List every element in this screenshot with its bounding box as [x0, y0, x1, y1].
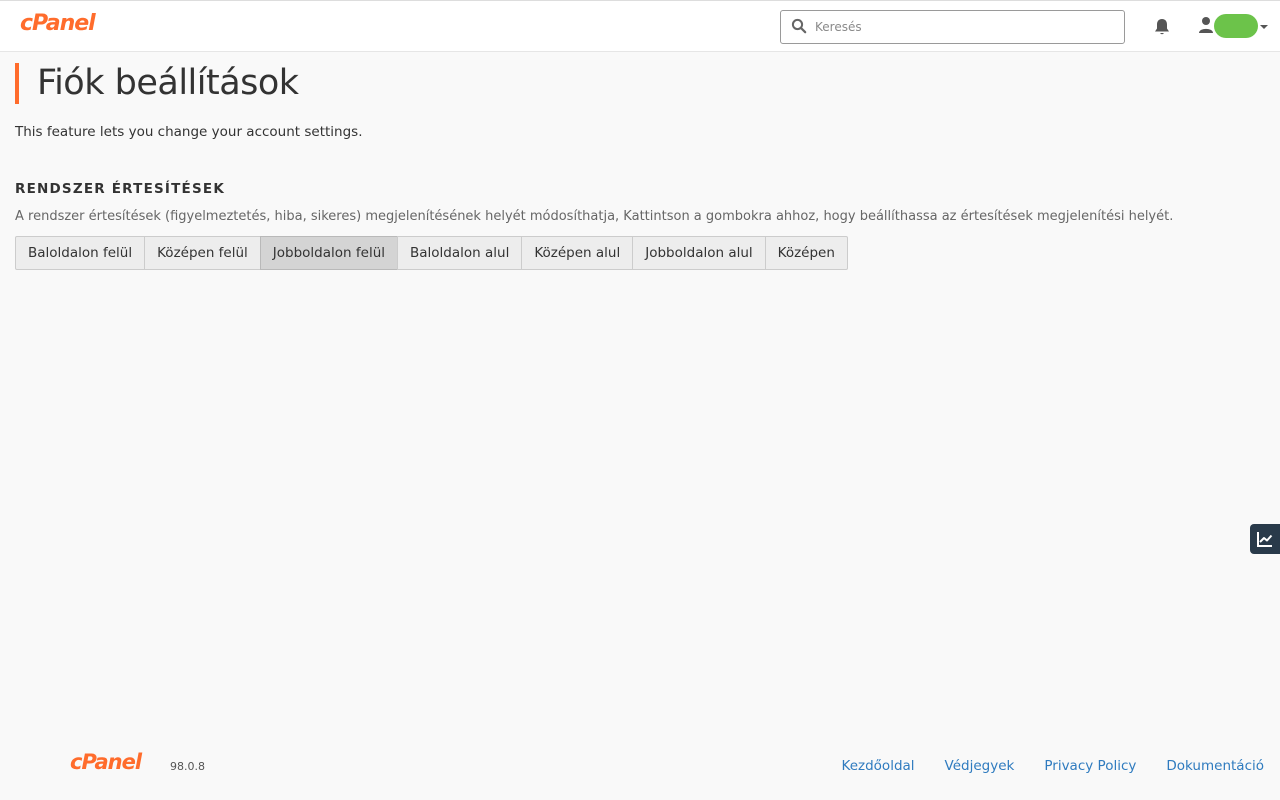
- footer-links: Kezdőoldal Védjegyek Privacy Policy Doku…: [842, 758, 1264, 774]
- position-button-top-left[interactable]: Baloldalon felül: [15, 236, 146, 270]
- position-button-bottom-center[interactable]: Középen alul: [521, 236, 634, 270]
- position-button-bottom-right[interactable]: Jobboldalon alul: [632, 236, 766, 270]
- position-button-bottom-left[interactable]: Baloldalon alul: [397, 236, 523, 270]
- chart-line-icon: [1257, 532, 1273, 547]
- search-icon: [791, 18, 807, 34]
- chevron-down-icon[interactable]: [1260, 25, 1268, 29]
- bell-icon[interactable]: [1153, 17, 1171, 37]
- notification-position-group: Baloldalon felül Középen felül Jobboldal…: [15, 236, 848, 270]
- footer-link-documentation[interactable]: Dokumentáció: [1166, 758, 1264, 774]
- search-box[interactable]: [780, 10, 1125, 44]
- section-heading: RENDSZER ÉRTESÍTÉSEK: [15, 181, 225, 197]
- position-button-center[interactable]: Középen: [764, 236, 848, 270]
- footer-link-privacy-policy[interactable]: Privacy Policy: [1044, 758, 1136, 774]
- section-description: A rendszer értesítések (figyelmeztetés, …: [15, 209, 1174, 224]
- page-title: Fiók beállítások: [37, 63, 299, 103]
- footer-link-trademarks[interactable]: Védjegyek: [945, 758, 1015, 774]
- cpanel-logo[interactable]: cPanel: [20, 11, 96, 36]
- user-icon[interactable]: [1198, 16, 1214, 34]
- footer-cpanel-logo[interactable]: cPanel: [70, 750, 142, 774]
- version-number: 98.0.8: [170, 760, 205, 773]
- statistics-side-tab[interactable]: [1250, 524, 1280, 554]
- username-redacted[interactable]: [1214, 14, 1258, 38]
- page-description: This feature lets you change your accoun…: [15, 124, 363, 140]
- footer-link-home[interactable]: Kezdőoldal: [842, 758, 915, 774]
- position-button-top-center[interactable]: Középen felül: [144, 236, 261, 270]
- page-title-block: Fiók beállítások: [15, 63, 299, 104]
- position-button-top-right[interactable]: Jobboldalon felül: [259, 236, 399, 270]
- top-navbar: cPanel: [0, 0, 1280, 52]
- search-input[interactable]: [815, 15, 1115, 39]
